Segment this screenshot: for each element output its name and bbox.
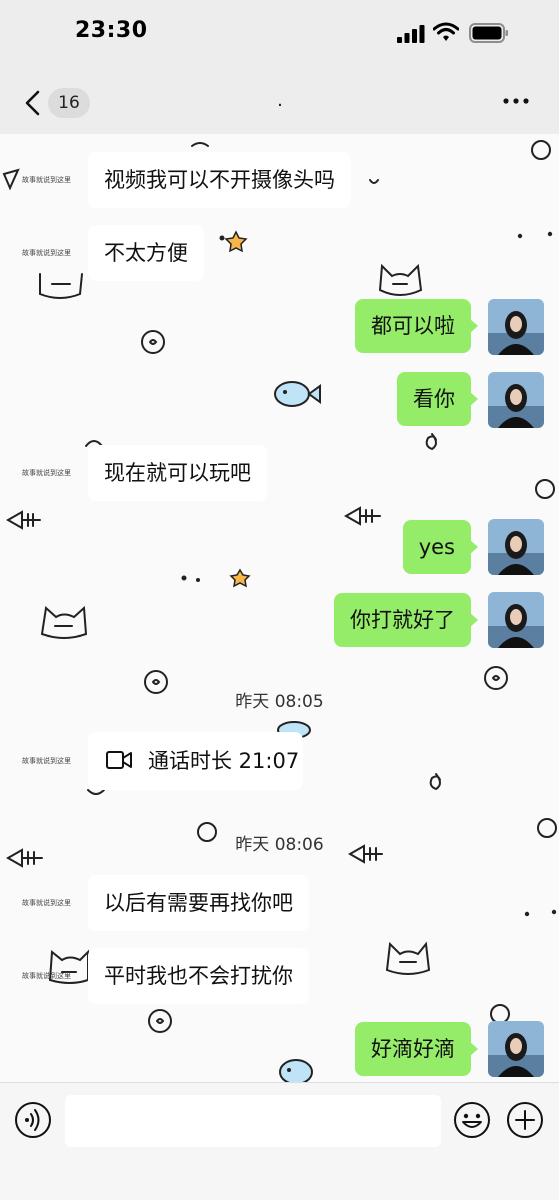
- avatar[interactable]: 故事就说到这里: [0, 948, 71, 1004]
- message-list[interactable]: 故事就说到这里 视频我可以不开摄像头吗 故事就说到这里 不太方便 都可以啦 看你…: [0, 134, 559, 1082]
- message-timestamp: 昨天 08:06: [235, 835, 324, 855]
- unread-count-badge[interactable]: 16: [48, 88, 90, 118]
- message-bubble-sent[interactable]: 都可以啦: [355, 299, 478, 353]
- status-time: 23:30: [75, 18, 148, 43]
- voice-icon[interactable]: [14, 1101, 52, 1139]
- message-bubble-sent[interactable]: 你打就好了: [334, 593, 478, 647]
- message-bubble-received[interactable]: 现在就可以玩吧: [88, 445, 267, 501]
- battery-icon: [469, 23, 508, 43]
- message-bubble-sent[interactable]: 看你: [397, 372, 478, 426]
- my-avatar[interactable]: [488, 372, 544, 428]
- message-input[interactable]: [65, 1095, 441, 1147]
- avatar-label: 故事就说到这里: [22, 972, 71, 980]
- avatar-photo: [488, 372, 544, 428]
- message-bubble-sent[interactable]: 好滴好滴: [355, 1022, 478, 1076]
- message-bubble-sent[interactable]: yes: [402, 520, 479, 574]
- cat-doodle-icon: [385, 941, 431, 975]
- avatar-label: 故事就说到这里: [22, 469, 71, 477]
- avatar[interactable]: 故事就说到这里: [0, 445, 71, 501]
- avatar[interactable]: 故事就说到这里: [0, 733, 71, 789]
- message-timestamp: 昨天 08:05: [235, 692, 324, 712]
- video-call-icon: [106, 751, 132, 769]
- plus-icon[interactable]: [506, 1101, 544, 1139]
- avatar-photo: [488, 519, 544, 575]
- fish-doodle-icon: [343, 506, 381, 526]
- call-duration-text: 通话时长 21:07: [148, 749, 300, 773]
- avatar-label: 故事就说到这里: [22, 899, 71, 907]
- message-bubble-received[interactable]: 不太方便: [88, 225, 204, 281]
- my-avatar[interactable]: [488, 519, 544, 575]
- blue-fish-doodle-icon: [279, 1059, 313, 1082]
- chat-wallpaper-doodles: [2, 140, 557, 1082]
- avatar-photo: [488, 1021, 544, 1077]
- back-icon[interactable]: [22, 90, 44, 116]
- message-bubble-received[interactable]: 以后有需要再找你吧: [88, 875, 309, 931]
- message-input-bar: [0, 1082, 559, 1200]
- signal-icon: [397, 25, 425, 43]
- more-icon[interactable]: [502, 96, 530, 106]
- avatar-label: 故事就说到这里: [22, 249, 71, 257]
- message-bubble-received[interactable]: 视频我可以不开摄像头吗: [88, 152, 351, 208]
- my-avatar[interactable]: [488, 299, 544, 355]
- blue-fish-doodle-icon: [274, 381, 321, 407]
- message-bubble-received[interactable]: 平时我也不会打扰你: [88, 948, 309, 1004]
- avatar[interactable]: 故事就说到这里: [0, 152, 71, 208]
- fish-doodle-icon: [5, 510, 41, 530]
- call-record-bubble[interactable]: 通话时长 21:07: [88, 732, 303, 790]
- status-bar: 23:30: [0, 0, 559, 66]
- avatar-label: 故事就说到这里: [22, 176, 71, 184]
- chat-header: 16 .: [0, 66, 559, 134]
- avatar-photo: [488, 592, 544, 648]
- my-avatar[interactable]: [488, 1021, 544, 1077]
- emoji-icon[interactable]: [453, 1101, 491, 1139]
- cat-doodle-icon: [40, 605, 88, 639]
- chat-title: .: [277, 90, 283, 111]
- wifi-icon: [433, 22, 459, 41]
- my-avatar[interactable]: [488, 592, 544, 648]
- avatar[interactable]: 故事就说到这里: [0, 875, 71, 931]
- avatar[interactable]: 故事就说到这里: [0, 225, 71, 281]
- avatar-photo: [488, 299, 544, 355]
- avatar-label: 故事就说到这里: [22, 757, 71, 765]
- cat-doodle-icon: [378, 263, 423, 296]
